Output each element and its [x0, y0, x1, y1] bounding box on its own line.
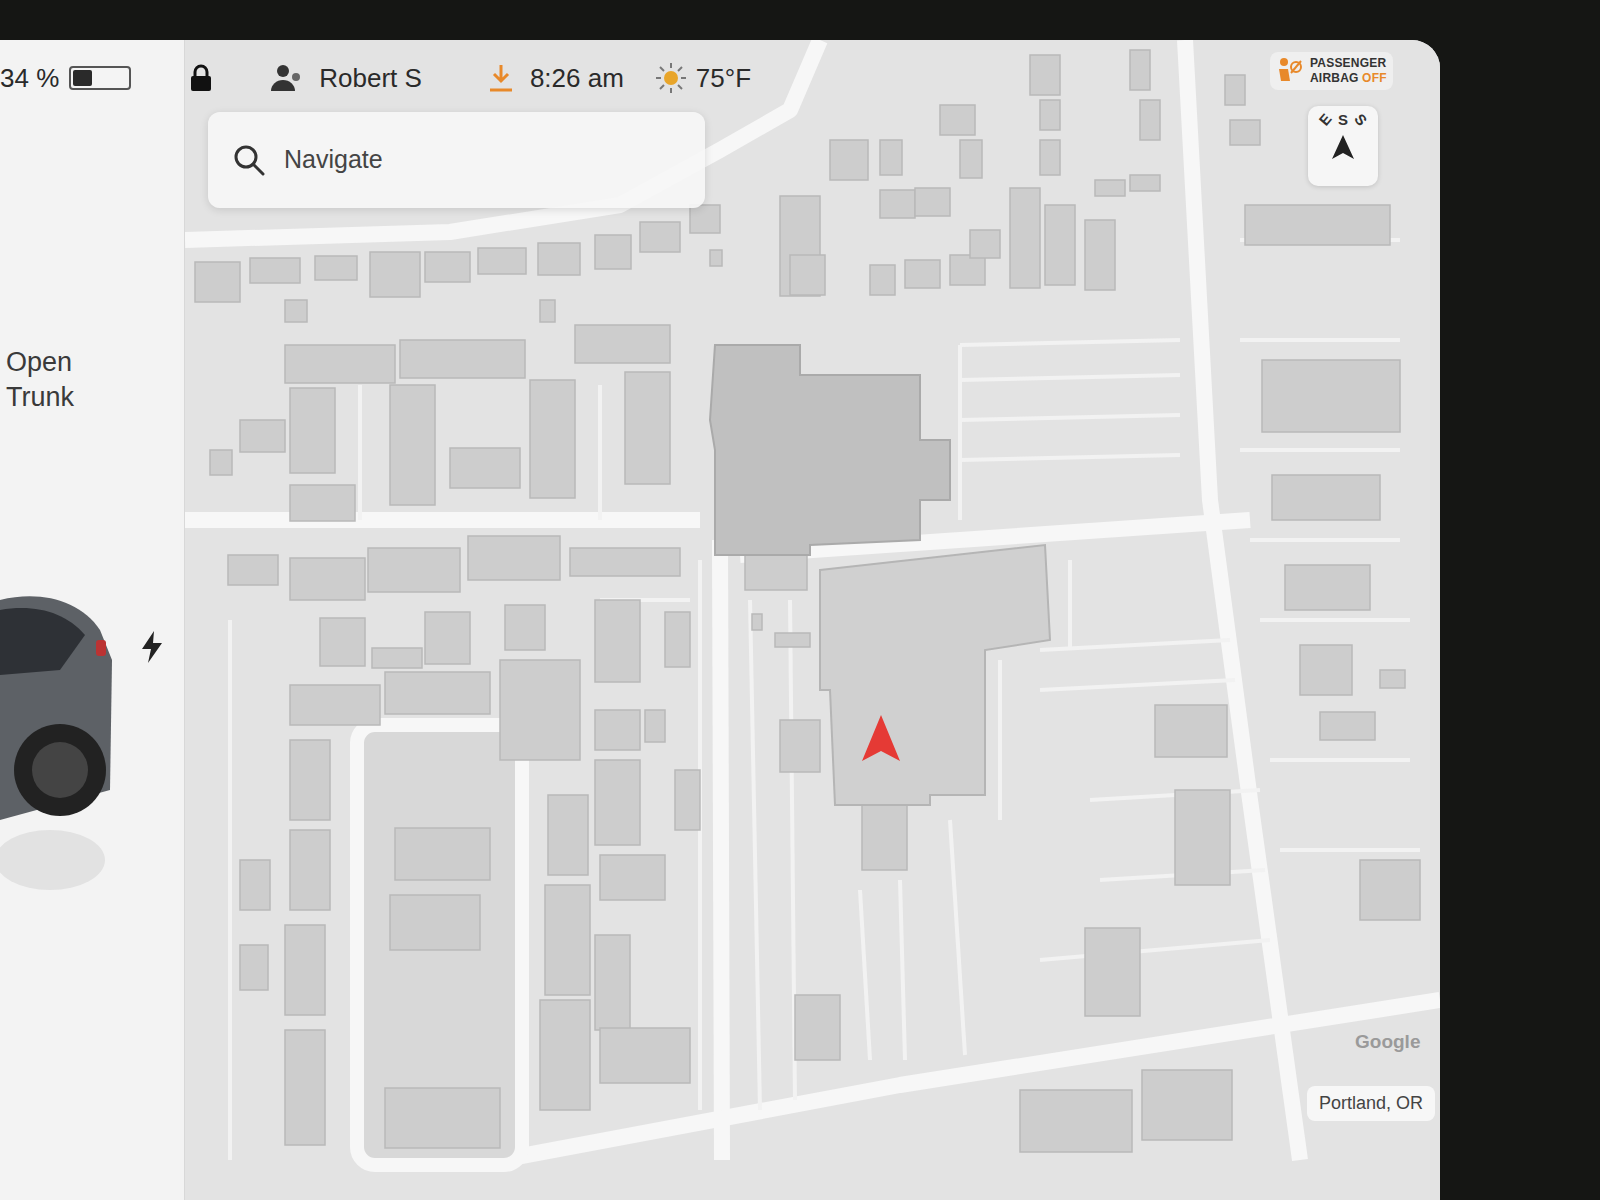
compass-label: S — [1352, 111, 1370, 128]
lock-icon[interactable] — [189, 63, 215, 93]
sun-icon — [654, 61, 688, 95]
car-screen: Open Trunk PASSENGER AIRBA — [0, 40, 1440, 1200]
weather: 75°F — [654, 59, 751, 98]
user-icon — [271, 63, 303, 93]
open-trunk-button[interactable]: Open Trunk — [0, 345, 120, 415]
car-icon — [0, 590, 130, 890]
map[interactable]: PASSENGER AIRBAG OFF E S S Google Portla… — [185, 40, 1440, 1200]
charging-icon — [140, 630, 164, 663]
battery-fill — [73, 70, 91, 86]
navigate-search[interactable] — [208, 112, 705, 208]
compass-label: S — [1338, 112, 1348, 127]
vehicle-position-icon — [862, 715, 900, 761]
airbag-icon — [1276, 57, 1302, 85]
map-canvas[interactable] — [185, 40, 1440, 1200]
compass-label: E — [1316, 111, 1334, 128]
heading-icon — [1332, 135, 1354, 159]
clock: 8:26 am — [530, 59, 624, 98]
driver-name: Robert S — [319, 59, 422, 98]
battery-icon — [69, 66, 131, 90]
map-attribution: Google — [1355, 1028, 1420, 1057]
airbag-label: PASSENGER — [1310, 56, 1387, 71]
temperature: 75°F — [696, 59, 751, 98]
driver-profile[interactable]: Robert S — [271, 59, 422, 98]
search-icon — [232, 143, 266, 177]
airbag-state: OFF — [1362, 71, 1387, 85]
car-view — [0, 590, 184, 890]
airbag-indicator: PASSENGER AIRBAG OFF — [1270, 52, 1393, 90]
vehicle-panel: Open Trunk — [0, 40, 185, 1200]
compass-button[interactable]: E S S — [1308, 106, 1378, 186]
airbag-label: AIRBAG — [1310, 71, 1359, 85]
navigate-input[interactable] — [282, 140, 681, 180]
status-bar: 34 % Robert S 8:26 am 75°F — [0, 56, 1440, 100]
download-icon[interactable] — [488, 63, 514, 93]
battery-reading: 34 % — [0, 59, 59, 98]
location-label: Portland, OR — [1307, 1086, 1435, 1121]
